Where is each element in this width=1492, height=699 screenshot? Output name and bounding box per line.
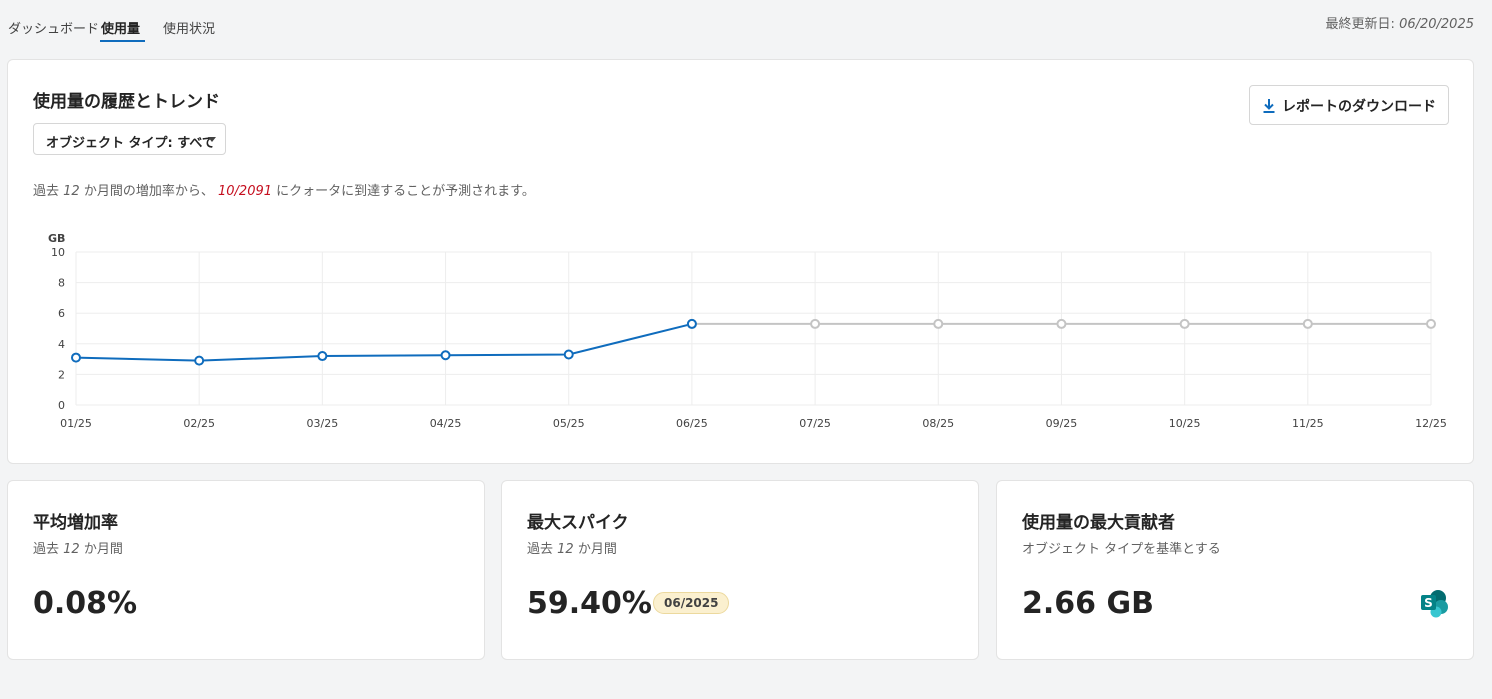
top-contributor-value: 2.66 GB [1022, 586, 1154, 621]
x-tick-label: 07/25 [799, 417, 831, 430]
max-spike-card: 最大スパイク 過去 12 か月間 59.40% 06/2025 [501, 480, 979, 660]
data-point [686, 318, 697, 329]
data-point [440, 350, 451, 361]
avg-growth-value: 0.08% [33, 586, 138, 621]
forecast-mid: か月間の増加率から、 [83, 184, 214, 199]
max-spike-subtitle: 過去 12 か月間 [527, 538, 617, 557]
download-icon [1263, 99, 1275, 113]
last-updated: 最終更新日: 06/20/2025 [1326, 13, 1474, 32]
x-tick-label: 08/25 [922, 417, 954, 430]
usage-history-title: 使用量の履歴とトレンド [33, 92, 220, 112]
avg-growth-card: 平均増加率 過去 12 か月間 0.08% [7, 480, 485, 660]
y-tick-label: 8 [58, 277, 65, 290]
download-report-label: レポートのダウンロード [1282, 99, 1436, 115]
data-point [1302, 318, 1313, 329]
download-report-button[interactable]: レポートのダウンロード [1249, 85, 1449, 125]
data-point [810, 318, 821, 329]
x-tick-label: 04/25 [430, 417, 462, 430]
avg-growth-subtitle: 過去 12 か月間 [33, 538, 123, 557]
data-point [563, 349, 574, 360]
avg-growth-sub-num: 12 [63, 542, 80, 557]
y-tick-label: 10 [51, 246, 65, 259]
chevron-down-icon [208, 137, 216, 142]
usage-history-card: 使用量の履歴とトレンド オブジェクト タイプ: すべて レポートのダウンロード … [7, 59, 1474, 464]
series-line-0 [75, 322, 693, 362]
avg-growth-sub-post: か月間 [83, 542, 123, 557]
object-type-dropdown[interactable]: オブジェクト タイプ: すべて [33, 123, 226, 155]
data-point [194, 355, 205, 366]
tab-dashboard[interactable]: ダッシュボード [8, 18, 99, 37]
data-point [933, 318, 944, 329]
max-spike-title: 最大スパイク [527, 513, 629, 533]
usage-line-chart: 0 2 4 6 8 10 01/25 02/25 03/25 04/25 05/25 06/25 07/… [48, 232, 1447, 430]
max-spike-sub-num: 12 [557, 542, 574, 557]
data-point [317, 351, 328, 362]
object-type-dropdown-label: オブジェクト タイプ: すべて [46, 136, 215, 151]
avg-growth-title: 平均増加率 [33, 513, 118, 533]
max-spike-value: 59.40% [527, 586, 652, 621]
forecast-pre: 過去 [33, 184, 60, 199]
data-point [1179, 318, 1190, 329]
data-point [71, 352, 81, 363]
top-contributor-card: 使用量の最大貢献者 オブジェクト タイプを基準とする 2.66 GB S [996, 480, 1474, 660]
forecast-text: 過去 12 か月間の増加率から、 10/2091 にクォータに到達することが予測… [33, 180, 535, 199]
svg-text:S: S [1424, 596, 1433, 610]
active-tab-indicator [100, 40, 145, 42]
x-tick-label: 10/25 [1169, 417, 1201, 430]
y-tick-label: 2 [58, 368, 65, 381]
last-updated-label: 最終更新日: [1325, 17, 1395, 32]
top-contributor-subtitle: オブジェクト タイプを基準とする [1022, 542, 1221, 557]
y-axis-label: GB [48, 232, 65, 245]
top-contributor-title: 使用量の最大貢献者 [1022, 513, 1175, 533]
max-spike-date-badge: 06/2025 [653, 592, 730, 614]
max-spike-sub-pre: 過去 [527, 542, 554, 557]
y-tick-label: 0 [58, 399, 65, 412]
x-tick-label: 02/25 [183, 417, 215, 430]
tab-usage[interactable]: 使用量 [101, 18, 140, 37]
top-nav: ダッシュボード 使用量 使用状況 最終更新日: 06/20/2025 [0, 0, 1492, 48]
sharepoint-icon: S [1421, 590, 1448, 618]
forecast-post: にクォータに到達することが予測されます。 [276, 184, 535, 199]
x-tick-label: 06/25 [676, 417, 708, 430]
avg-growth-sub-pre: 過去 [33, 542, 60, 557]
x-tick-label: 11/25 [1292, 417, 1324, 430]
x-tick-label: 05/25 [553, 417, 585, 430]
y-tick-label: 4 [58, 338, 65, 351]
tab-usage-status[interactable]: 使用状況 [163, 18, 215, 37]
x-tick-label: 09/25 [1046, 417, 1078, 430]
data-point [1426, 318, 1436, 329]
x-tick-label: 01/25 [60, 417, 92, 430]
last-updated-date: 06/20/2025 [1399, 17, 1474, 32]
forecast-date: 10/2091 [218, 184, 273, 199]
data-point [1056, 318, 1067, 329]
y-tick-label: 6 [58, 307, 65, 320]
forecast-months: 12 [63, 184, 80, 199]
x-tick-label: 12/25 [1415, 417, 1447, 430]
x-tick-label: 03/25 [307, 417, 339, 430]
max-spike-sub-post: か月間 [577, 542, 617, 557]
